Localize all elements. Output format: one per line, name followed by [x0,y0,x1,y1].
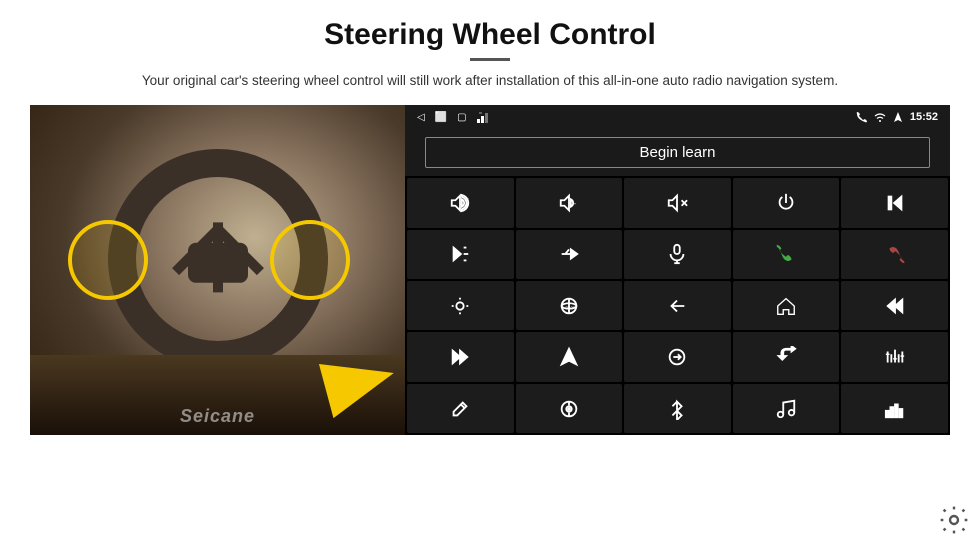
power-button[interactable] [733,178,840,227]
wifi-icon [874,112,886,123]
icon-grid: + - [405,176,950,435]
brightness-button[interactable] [407,281,514,330]
status-bar-left: ◁ ⬜ ▢ [417,111,491,123]
vol-mute-button[interactable] [624,178,731,227]
bluetooth-button[interactable] [624,384,731,433]
android-screen: ◁ ⬜ ▢ [405,105,950,435]
phone-end-button[interactable] [841,230,948,279]
pen-button[interactable] [407,384,514,433]
svg-text:-: - [573,199,576,208]
vol-down-button[interactable]: - [516,178,623,227]
page-subtitle: Your original car's steering wheel contr… [142,71,838,91]
home-button[interactable] [733,281,840,330]
microphone-button[interactable] [624,230,731,279]
spectrum-button[interactable] [841,384,948,433]
svg-text:360°: 360° [565,305,575,310]
status-bar-right: 15:52 [856,111,938,123]
rewind-button[interactable] [841,281,948,330]
page-wrapper: Steering Wheel Control Your original car… [0,0,980,546]
status-bar: ◁ ⬜ ▢ [405,105,950,129]
swap-button[interactable] [624,332,731,381]
back-button[interactable] [624,281,731,330]
music-button[interactable] [733,384,840,433]
svg-text:+: + [465,194,469,203]
begin-learn-button[interactable]: Begin learn [425,137,930,168]
page-title: Steering Wheel Control [324,18,656,52]
begin-learn-area: Begin learn [405,129,950,176]
content-area: Seicane ◁ ⬜ ▢ [30,105,950,435]
signal-icon [477,111,491,123]
skip-forward-button[interactable] [516,230,623,279]
phone-answer-button[interactable] [733,230,840,279]
highlight-circle-left [68,220,148,300]
nav-recent-icon[interactable]: ▢ [457,112,466,123]
title-underline [470,58,510,61]
steering-wheel-image: Seicane [30,105,405,435]
signal-strength-icon [892,111,904,123]
watermark: Seicane [180,406,255,427]
nav-home-icon[interactable]: ⬜ [435,112,447,123]
vol-up-button[interactable]: + [407,178,514,227]
record-button[interactable] [733,332,840,381]
time-display: 15:52 [910,111,938,123]
360-view-button[interactable]: 360° [516,281,623,330]
prev-track-button[interactable] [841,178,948,227]
fast-forward-button[interactable] [407,332,514,381]
steering-bg: Seicane [30,105,405,435]
highlight-circle-right [270,220,350,300]
navigation-button[interactable] [516,332,623,381]
target-button[interactable] [516,384,623,433]
settings-button[interactable] [936,502,972,538]
next-track-button[interactable] [407,230,514,279]
equalizer-button[interactable] [841,332,948,381]
nav-back-icon[interactable]: ◁ [417,112,425,123]
phone-status-icon [856,111,868,123]
